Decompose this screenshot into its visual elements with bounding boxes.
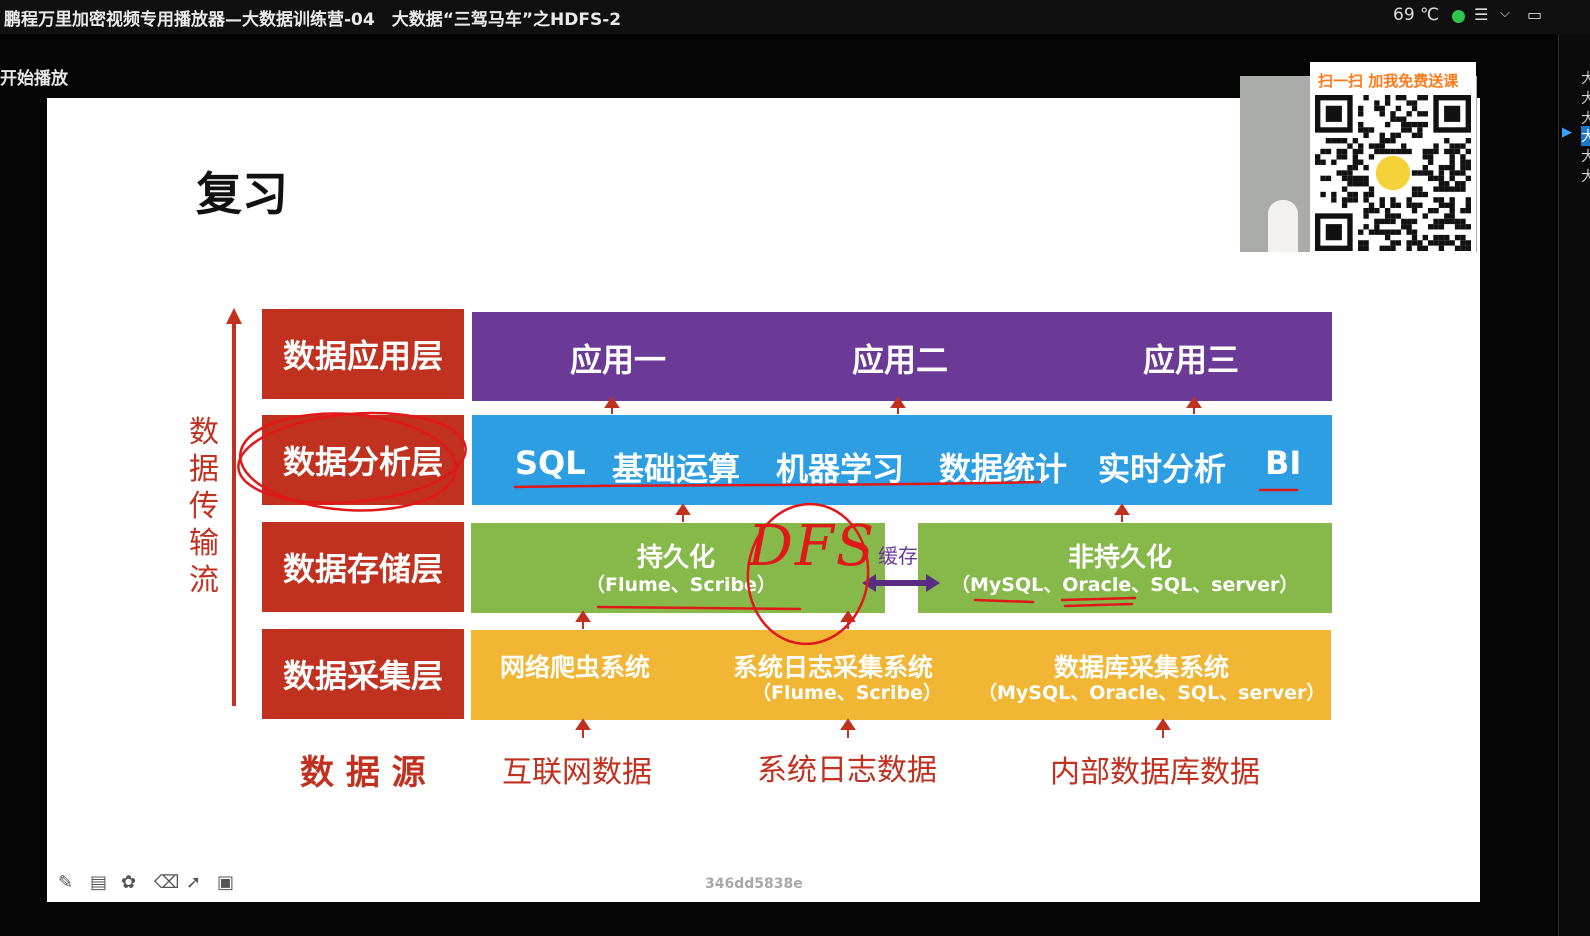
qr-code-icon	[1315, 95, 1471, 251]
handwriting-dfs: DFS	[748, 514, 877, 579]
presenter-silhouette	[1268, 200, 1298, 252]
whiteboard-icon[interactable]: ▤	[90, 872, 107, 893]
screen-icon[interactable]: ▣	[217, 872, 234, 893]
qr-caption: 扫一扫 加我免费送课	[1318, 72, 1459, 90]
video-watermark: 346dd5838e	[705, 876, 803, 892]
pointer-icon[interactable]: ➚	[186, 872, 201, 893]
eraser-icon[interactable]: ⌫	[154, 872, 179, 893]
palette-icon[interactable]: ✿	[121, 872, 136, 893]
pen-icon[interactable]: ✎	[58, 872, 73, 893]
